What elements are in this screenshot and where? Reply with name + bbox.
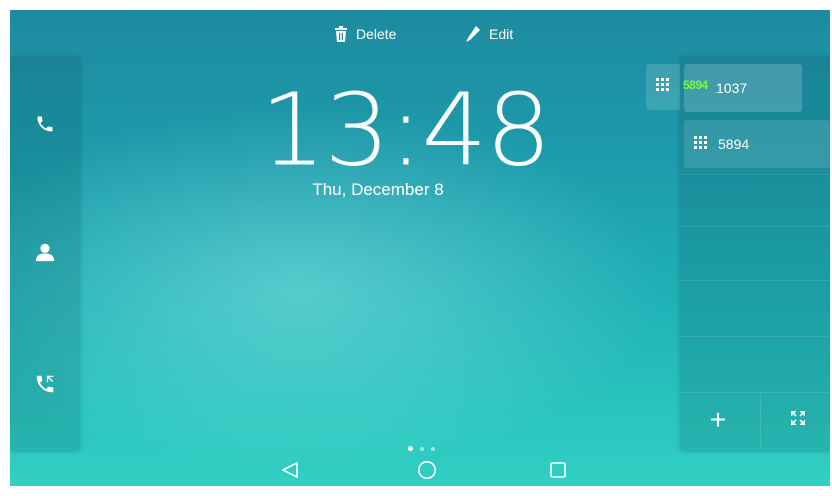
clock-time: 13:48	[260, 71, 552, 189]
dsskey-row-divider	[680, 280, 830, 281]
dsskey-row-divider	[680, 226, 830, 227]
delete-button[interactable]: Delete	[334, 23, 396, 45]
dsskey-row-divider	[680, 392, 830, 393]
edit-button[interactable]: Edit	[465, 23, 513, 45]
recent-square-icon	[549, 461, 567, 484]
dsskey-5894[interactable]: 5894	[684, 120, 830, 168]
add-dsskey-button[interactable]: +	[700, 402, 736, 438]
recent-apps-button[interactable]	[543, 458, 573, 486]
page-dot	[431, 446, 435, 451]
delete-label: Delete	[356, 26, 397, 42]
back-button[interactable]	[275, 458, 305, 486]
keypad-icon	[694, 135, 708, 153]
dock-phone-button[interactable]	[10, 96, 80, 156]
page-dot	[420, 446, 424, 451]
page-dot-active	[408, 446, 413, 451]
dsskey-label: 5894	[718, 136, 750, 152]
page-indicator	[408, 446, 435, 451]
dragged-dsskey-label: 5894	[683, 78, 708, 92]
dsskey-row-divider	[680, 174, 830, 175]
contact-icon	[34, 241, 56, 268]
dock-call-history-button[interactable]	[10, 356, 80, 416]
dsskey-row-divider	[680, 336, 830, 337]
edit-label: Edit	[489, 26, 514, 42]
dsskey-drag-handle[interactable]	[646, 64, 680, 110]
left-dock	[10, 56, 80, 452]
expand-dsskey-panel-button[interactable]	[780, 402, 816, 438]
home-screen: Delete Edit 13:48 Thu, December 8 1037 5…	[0, 0, 832, 496]
phone-icon	[35, 114, 55, 139]
trash-icon	[334, 26, 348, 42]
dsskey-label: 1037	[716, 80, 748, 96]
expand-icon	[791, 410, 805, 430]
clock-date: Thu, December 8	[312, 180, 444, 199]
keypad-icon	[656, 77, 670, 97]
dsskey-bottom-divider	[760, 394, 761, 450]
call-history-icon	[34, 373, 56, 400]
pencil-icon	[465, 25, 481, 43]
home-circle-icon	[417, 460, 437, 485]
dock-contacts-button[interactable]	[10, 224, 80, 284]
back-triangle-icon	[281, 461, 299, 484]
home-button[interactable]	[412, 458, 442, 486]
plus-icon: +	[709, 404, 727, 435]
